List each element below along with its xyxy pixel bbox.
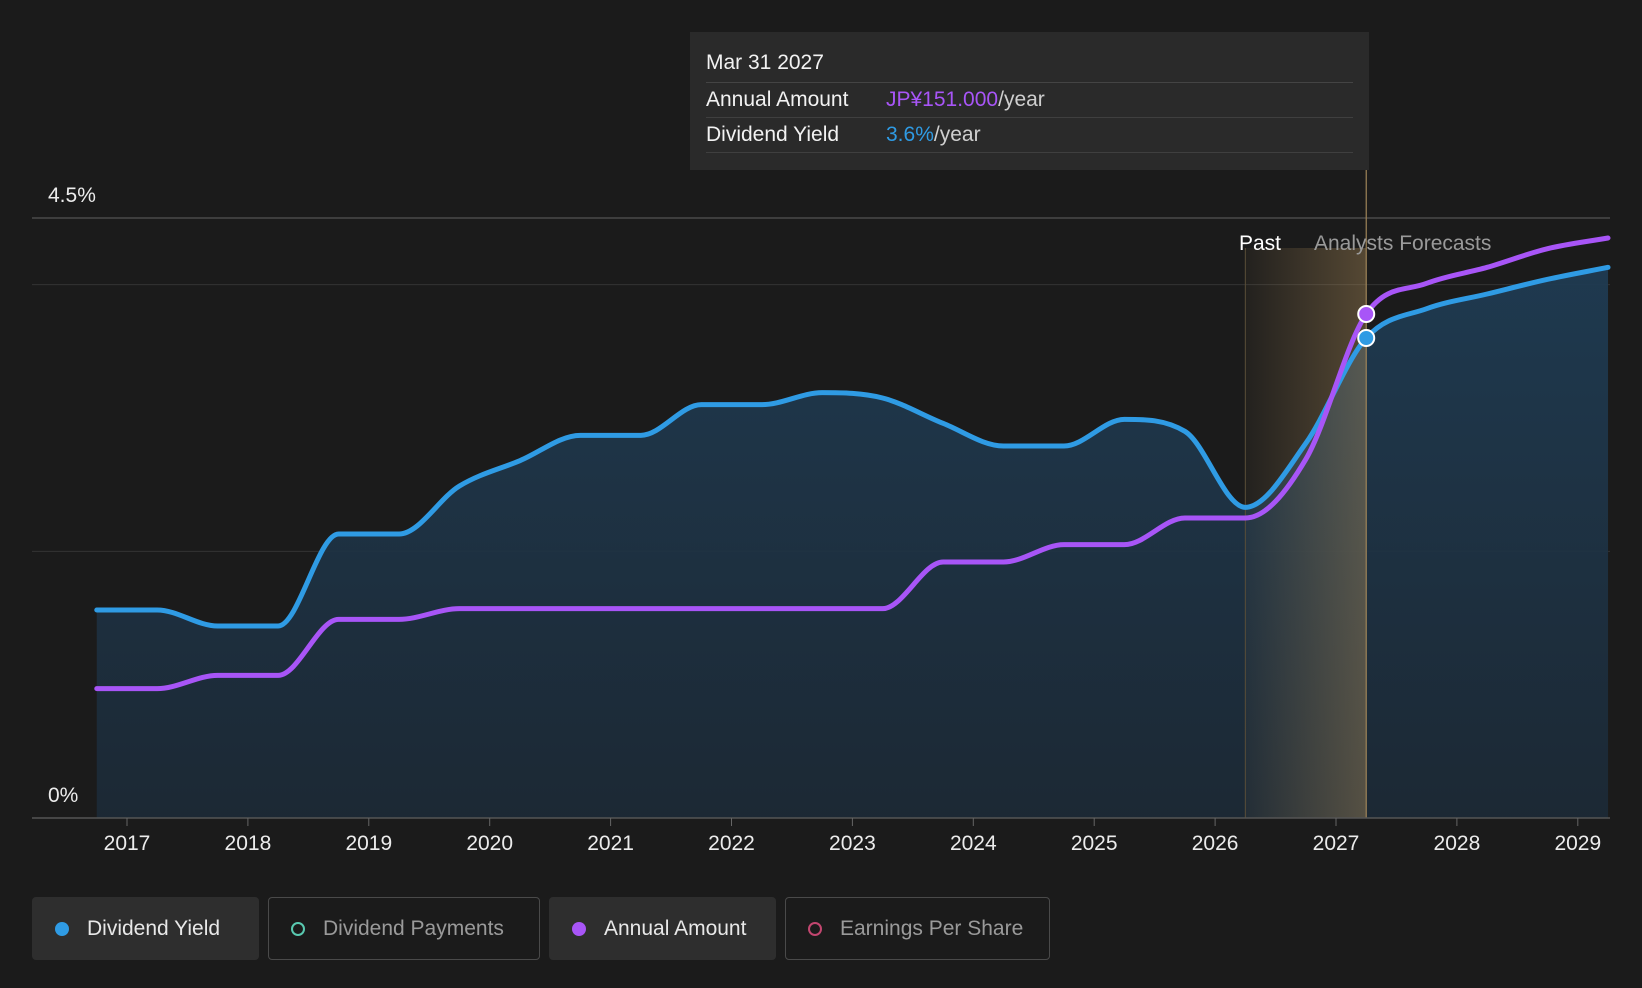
legend-earnings-per-share[interactable]: Earnings Per Share	[785, 897, 1050, 960]
y-axis-max-label: 4.5%	[48, 184, 96, 207]
x-tick-label: 2018	[225, 832, 272, 855]
x-tick-label: 2019	[345, 832, 392, 855]
forecast-highlight-band	[1244, 170, 1367, 818]
legend-dividend-yield[interactable]: Dividend Yield	[32, 897, 259, 960]
x-tick-label: 2028	[1434, 832, 1481, 855]
tooltip-label: Annual Amount	[706, 88, 849, 111]
x-tick-label: 2025	[1071, 832, 1118, 855]
x-axis: 2017 2018 2019 2020 2021 2022 2023 2024 2025 2026…	[32, 817, 1610, 855]
dividend-yield-area-fill	[96, 267, 1609, 818]
forecast-label: Analysts Forecasts	[1314, 232, 1491, 255]
legend-annual-amount[interactable]: Annual Amount	[549, 897, 776, 960]
x-tick-label: 2017	[104, 832, 151, 855]
x-tick-label: 2023	[829, 832, 876, 855]
tooltip-label: Dividend Yield	[706, 123, 840, 146]
dividend-yield-marker	[1357, 329, 1376, 347]
x-tick-label: 2024	[950, 832, 997, 855]
tooltip-value: 3.6%	[886, 123, 934, 146]
annual-amount-dot-icon	[572, 921, 586, 936]
dividend-yield-dot-icon	[55, 921, 69, 936]
tooltip-unit: /year	[933, 123, 981, 146]
x-tick-label: 2022	[708, 832, 755, 855]
x-tick-label: 2020	[466, 832, 513, 855]
legend-label: Dividend Payments	[323, 916, 504, 940]
past-label: Past	[1239, 232, 1281, 255]
chart-tooltip: Mar 31 2027 Annual Amount JP¥151.000 /ye…	[690, 32, 1369, 170]
tooltip-row-dividend-yield: Dividend Yield 3.6% /year	[706, 118, 1353, 153]
annual-amount-marker	[1357, 305, 1376, 323]
legend-label: Earnings Per Share	[840, 916, 1024, 940]
tooltip-value: JP¥151.000	[886, 88, 999, 111]
tooltip-date: Mar 31 2027	[706, 48, 1353, 83]
legend-label: Annual Amount	[604, 916, 747, 940]
legend-dividend-payments[interactable]: Dividend Payments	[268, 897, 540, 960]
forecast-band	[1245, 248, 1367, 818]
tooltip-row-annual-amount: Annual Amount JP¥151.000 /year	[706, 83, 1353, 118]
legend-label: Dividend Yield	[87, 916, 221, 940]
x-tick-label: 2021	[587, 832, 634, 855]
x-tick-label: 2026	[1192, 832, 1239, 855]
earnings-per-share-ring-icon	[808, 921, 822, 936]
dividend-payments-ring-icon	[291, 921, 305, 936]
y-axis-min-label: 0%	[48, 784, 78, 807]
x-tick-label: 2029	[1554, 832, 1601, 855]
chart-legend: Dividend Yield Dividend Payments Annual …	[32, 897, 1050, 960]
dividend-yield-area	[96, 267, 1609, 818]
tooltip-unit: /year	[998, 88, 1045, 111]
x-tick-label: 2027	[1313, 832, 1360, 855]
